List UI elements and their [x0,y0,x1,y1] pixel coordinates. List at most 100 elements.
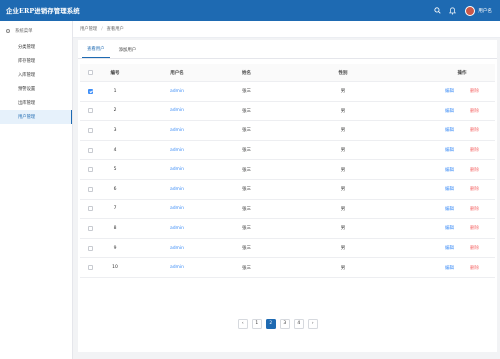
sidebar-item-label: 用户管理 [18,115,36,120]
row-checkbox[interactable] [88,147,93,153]
table-body: 1 admin 张三男编辑 删除 2 admin 张三男编辑 删除 3 admin 张三男编辑 删除 4… [80,82,495,278]
table-row: 8 admin 张三 男 编辑 删除 [80,219,495,239]
delete-button[interactable]: 删除 [470,147,479,153]
delete-button[interactable]: 删除 [470,186,479,192]
cell-id: 6 [113,186,117,192]
row-checkbox[interactable] [88,127,93,133]
cell-gender: 男 [340,128,346,134]
row-checkbox[interactable] [88,88,93,94]
edit-button[interactable]: 编辑 [445,147,454,153]
tab-add-user[interactable]: 添加用户 [114,47,142,58]
cell-username[interactable]: admin [162,141,192,160]
page-button[interactable]: 4 [294,319,304,329]
sidebar-item-stock-in[interactable]: 入库管理 [0,68,72,82]
page-button-current[interactable]: 2 [266,319,276,329]
row-checkbox[interactable] [88,108,93,114]
row-checkbox[interactable] [88,265,93,271]
cell-name: 张三 [242,108,251,114]
cell-id: 9 [113,245,117,251]
row-checkbox[interactable] [88,225,93,231]
header-id: 编号 [110,70,120,76]
top-navbar: 企业ERP进销存管理系统 用户名 [0,0,500,21]
cell-name: 张三 [242,167,251,173]
table-header-row: 编号 用户名 姓名 性别 操作 [80,64,495,82]
cell-username[interactable]: admin [162,102,192,121]
cell-username[interactable]: admin [162,239,192,258]
user-table: 编号 用户名 姓名 性别 操作 1 admin 张三男编辑 删除 2 admin 张三男编辑… [80,64,495,278]
row-checkbox[interactable] [88,167,93,173]
row-checkbox[interactable] [88,186,93,192]
sidebar-title: 系统菜单 [15,28,33,34]
cell-name: 张三 [242,128,251,134]
tab-view-users[interactable]: 查看用户 [82,46,110,58]
cell-actions: 编辑 删除 [445,102,479,121]
row-checkbox[interactable] [88,245,93,251]
edit-button[interactable]: 编辑 [445,88,454,94]
sidebar-header: 系统菜单 [0,21,72,40]
cell-id: 3 [113,127,117,133]
cell-name: 张三 [242,206,251,212]
cell-actions: 编辑 删除 [445,239,479,258]
breadcrumb-current: 查看用户 [106,27,124,32]
sidebar-item-alert[interactable]: 预警设置 [0,82,72,96]
table-row: 6 admin 张三 男 编辑 删除 [80,180,495,200]
cell-actions: 编辑 删除 [445,258,479,277]
cell-username[interactable]: admin [162,82,192,101]
cell-id: 7 [113,206,117,212]
cell-gender: 男 [340,148,346,154]
header-name: 姓名 [242,70,251,76]
cell-gender: 男 [340,187,346,193]
page-button[interactable]: 3 [280,319,290,329]
edit-button[interactable]: 编辑 [445,127,454,133]
edit-button[interactable]: 编辑 [445,245,454,251]
cell-id: 8 [113,225,117,231]
table-row: 4 admin 张三 男 编辑 删除 [80,141,495,161]
delete-button[interactable]: 删除 [470,88,479,94]
select-all-checkbox[interactable] [88,70,93,75]
edit-button[interactable]: 编辑 [445,265,454,271]
breadcrumb-parent[interactable]: 用户管理 [80,26,97,32]
cell-id: 2 [113,108,117,114]
search-icon[interactable] [433,7,441,15]
sidebar-item-label: 入库管理 [18,73,36,78]
bell-icon[interactable] [448,6,456,15]
row-checkbox[interactable] [88,206,93,212]
table-row: 5 admin 张三 男 编辑 删除 [80,160,495,180]
delete-button[interactable]: 删除 [470,245,479,251]
sidebar-item-inventory[interactable]: 库存管理 [0,54,72,68]
sidebar-item-users[interactable]: 用户管理 [0,110,72,124]
edit-button[interactable]: 编辑 [445,108,454,114]
delete-button[interactable]: 删除 [470,265,479,271]
delete-button[interactable]: 删除 [470,108,479,114]
prev-page-button[interactable]: ‹ [238,319,248,329]
cell-actions: 编辑 删除 [445,121,479,140]
delete-button[interactable]: 删除 [470,167,479,173]
edit-button[interactable]: 编辑 [445,167,454,173]
page-button[interactable]: 1 [252,319,262,329]
delete-button[interactable]: 删除 [470,206,479,212]
sidebar-item-stock-out[interactable]: 出库管理 [0,96,72,110]
edit-button[interactable]: 编辑 [445,186,454,192]
sidebar-item-category[interactable]: 分类管理 [0,40,72,54]
cell-username[interactable]: admin [162,200,192,219]
cell-username[interactable]: admin [162,160,192,179]
delete-button[interactable]: 删除 [470,127,479,133]
cell-username[interactable]: admin [162,180,192,199]
cell-actions: 编辑 删除 [445,219,479,238]
next-page-button[interactable]: › [308,319,318,329]
cell-username[interactable]: admin [162,219,192,238]
header-actions: 用户名 [433,0,492,21]
cell-id: 10 [112,265,118,271]
delete-button[interactable]: 删除 [470,225,479,231]
edit-button[interactable]: 编辑 [445,206,454,212]
tab-bar: 查看用户 添加用户 [78,40,497,59]
cell-username[interactable]: admin [162,121,192,140]
cell-username[interactable]: admin [162,258,192,277]
sidebar-item-label: 预警设置 [18,87,36,92]
cell-name: 张三 [242,187,251,193]
sidebar: 系统菜单 分类管理 库存管理 入库管理 预警设置 出库管理 用户管理 [0,21,73,359]
edit-button[interactable]: 编辑 [445,225,454,231]
user-menu[interactable]: 用户名 [465,5,492,16]
table-row: 10 admin 张三 男 编辑 删除 [80,258,495,278]
cell-id: 5 [113,167,117,173]
